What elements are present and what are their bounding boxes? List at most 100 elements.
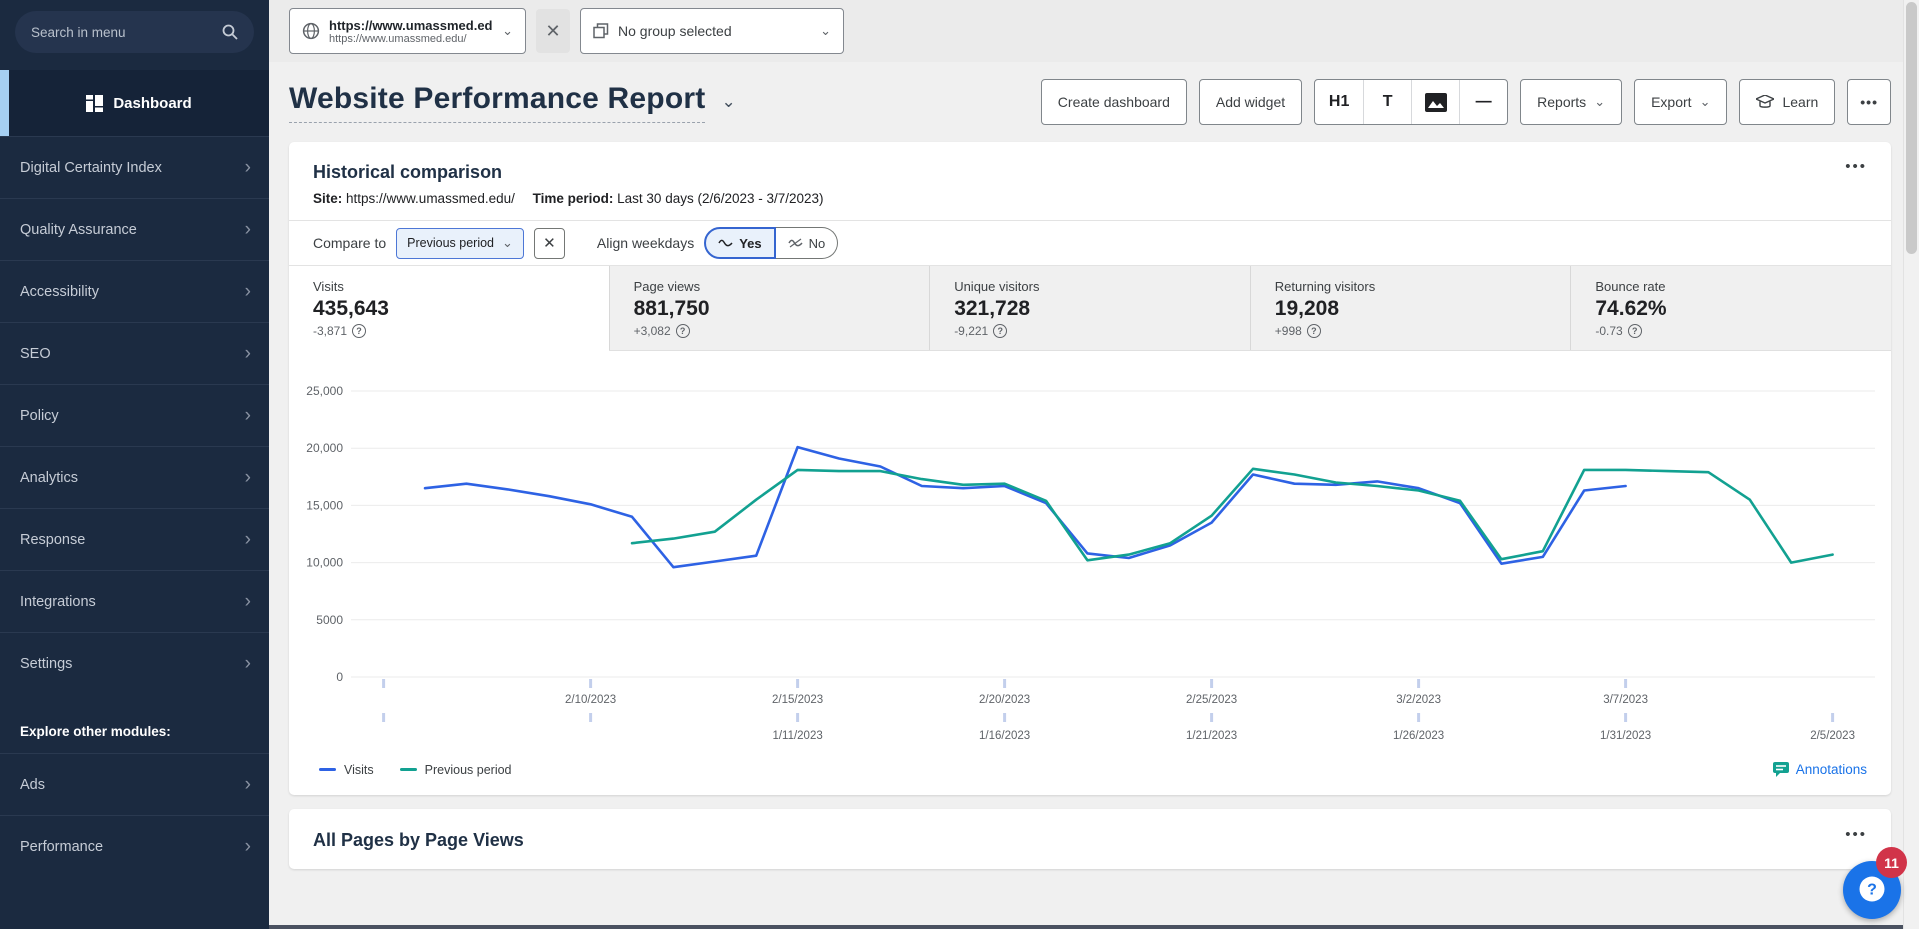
- metric-delta: +3,082?: [634, 324, 906, 338]
- comparison-line-chart[interactable]: 0500010,00015,00020,00025,0002/10/20232/…: [289, 351, 1883, 751]
- sidebar-item-label: Accessibility: [20, 284, 99, 300]
- chevron-right-icon: ›: [245, 467, 251, 489]
- sidebar: Dashboard Digital Certainty Index›Qualit…: [0, 0, 269, 929]
- metric-tab-page-views[interactable]: Page views881,750+3,082?: [609, 266, 930, 350]
- chevron-down-icon: ⌄: [1700, 94, 1711, 110]
- site-url-secondary: https://www.umassmed.edu/: [329, 33, 493, 45]
- clear-site-button[interactable]: ✕: [536, 9, 570, 53]
- help-circle-icon[interactable]: ?: [676, 324, 690, 338]
- toolbar: Create dashboard Add widget H1 T — Repor…: [1041, 79, 1891, 125]
- x-axis-label-current: 2/15/2023: [772, 694, 823, 706]
- chart-legend: Visits Previous period: [319, 763, 538, 777]
- metric-tab-bounce-rate[interactable]: Bounce rate74.62%-0.73?: [1570, 266, 1891, 350]
- chevron-down-icon: ⌄: [820, 23, 831, 39]
- sidebar-item-digital-certainty-index[interactable]: Digital Certainty Index›: [0, 136, 269, 198]
- image-block-button[interactable]: [1411, 80, 1459, 124]
- insert-format-group: H1 T —: [1314, 79, 1508, 125]
- sidebar-search[interactable]: [15, 11, 254, 53]
- export-dropdown[interactable]: Export ⌄: [1634, 79, 1727, 125]
- sidebar-item-seo[interactable]: SEO›: [0, 322, 269, 384]
- x-axis-label-previous: 1/16/2023: [979, 730, 1030, 742]
- legend-item-previous-period[interactable]: Previous period: [400, 763, 512, 777]
- metric-tabs: Visits435,643-3,871?Page views881,750+3,…: [289, 266, 1891, 351]
- y-axis-tick-label: 10,000: [306, 556, 343, 570]
- sidebar-item-integrations[interactable]: Integrations›: [0, 570, 269, 632]
- sidebar-item-label: Ads: [20, 777, 45, 793]
- series-previous-period[interactable]: [632, 469, 1833, 563]
- metric-tab-visits[interactable]: Visits435,643-3,871?: [289, 266, 609, 351]
- y-axis-tick-label: 0: [336, 670, 343, 684]
- metric-label: Page views: [634, 279, 906, 294]
- card-menu-button[interactable]: •••: [1845, 162, 1867, 172]
- legend-swatch: [400, 768, 417, 771]
- main-area: https://www.umassmed.edu/ https://www.um…: [269, 0, 1919, 929]
- help-button[interactable]: ? 11: [1843, 861, 1901, 919]
- metric-label: Bounce rate: [1595, 279, 1867, 294]
- site-selector[interactable]: https://www.umassmed.edu/ https://www.um…: [289, 8, 526, 54]
- learn-button[interactable]: Learn: [1739, 79, 1835, 125]
- align-weekdays-toggle: Yes No: [704, 227, 838, 259]
- sidebar-item-policy[interactable]: Policy›: [0, 384, 269, 446]
- metric-delta: -9,221?: [954, 324, 1226, 338]
- help-circle-icon[interactable]: ?: [1628, 324, 1642, 338]
- heading-h1-button[interactable]: H1: [1315, 80, 1363, 124]
- legend-item-visits[interactable]: Visits: [319, 763, 374, 777]
- sidebar-item-performance[interactable]: Performance ›: [0, 815, 269, 877]
- divider-block-button[interactable]: —: [1459, 80, 1507, 124]
- help-circle-icon[interactable]: ?: [1307, 324, 1321, 338]
- sidebar-item-label: Dashboard: [113, 95, 191, 112]
- metric-delta-value: +3,082: [634, 324, 671, 338]
- text-block-button[interactable]: T: [1363, 80, 1411, 124]
- x-axis-label-previous: 1/21/2023: [1186, 730, 1237, 742]
- notification-badge: 11: [1876, 847, 1907, 878]
- chevron-right-icon: ›: [245, 836, 251, 858]
- card-subtitle: Site: https://www.umassmed.edu/ Time per…: [289, 189, 1891, 220]
- y-axis-tick-label: 5000: [316, 613, 343, 627]
- explore-modules-label: Explore other modules:: [0, 694, 269, 753]
- group-selector[interactable]: No group selected ⌄: [580, 8, 844, 54]
- scrollbar-thumb[interactable]: [1906, 2, 1917, 254]
- svg-text:?: ?: [1867, 882, 1877, 899]
- annotations-label: Annotations: [1796, 762, 1867, 777]
- sidebar-item-label: Digital Certainty Index: [20, 160, 162, 176]
- card-title: Historical comparison: [313, 162, 502, 183]
- help-circle-icon[interactable]: ?: [352, 324, 366, 338]
- sidebar-item-label: Performance: [20, 839, 103, 855]
- align-weekdays-no[interactable]: No: [776, 227, 839, 259]
- series-visits[interactable]: [425, 447, 1626, 567]
- sidebar-item-analytics[interactable]: Analytics›: [0, 446, 269, 508]
- annotations-link[interactable]: Annotations: [1773, 762, 1867, 777]
- x-axis-label-previous: 1/11/2023: [772, 730, 822, 742]
- add-widget-button[interactable]: Add widget: [1199, 79, 1302, 125]
- metric-label: Unique visitors: [954, 279, 1226, 294]
- remove-comparison-button[interactable]: ✕: [534, 228, 565, 259]
- all-pages-card-menu-button[interactable]: •••: [1845, 830, 1867, 840]
- more-actions-button[interactable]: •••: [1847, 79, 1891, 125]
- search-input[interactable]: [31, 25, 222, 40]
- y-axis-tick-label: 25,000: [306, 384, 343, 398]
- reports-dropdown[interactable]: Reports ⌄: [1520, 79, 1622, 125]
- compare-to-label: Compare to: [313, 235, 386, 251]
- y-axis-tick-label: 20,000: [306, 441, 343, 455]
- sidebar-item-ads[interactable]: Ads›: [0, 753, 269, 815]
- title-row: Website Performance Report ⌄ Create dash…: [269, 62, 1919, 142]
- metric-tab-unique-visitors[interactable]: Unique visitors321,728-9,221?: [929, 266, 1250, 350]
- title-chevron-down-icon[interactable]: ⌄: [721, 92, 735, 112]
- x-axis-label-previous: 2/5/2023: [1810, 730, 1855, 742]
- search-icon[interactable]: [222, 24, 238, 40]
- page-title[interactable]: Website Performance Report: [289, 82, 705, 123]
- sidebar-item-accessibility[interactable]: Accessibility›: [0, 260, 269, 322]
- sidebar-item-settings[interactable]: Settings›: [0, 632, 269, 694]
- sidebar-item-quality-assurance[interactable]: Quality Assurance›: [0, 198, 269, 260]
- compare-period-select[interactable]: Previous period ⌄: [396, 228, 524, 259]
- sidebar-item-response[interactable]: Response›: [0, 508, 269, 570]
- align-weekdays-yes[interactable]: Yes: [704, 227, 775, 259]
- help-circle-icon[interactable]: ?: [993, 324, 1007, 338]
- globe-icon: [302, 22, 320, 40]
- sidebar-item-dashboard[interactable]: Dashboard: [0, 70, 269, 136]
- metric-value: 74.62%: [1595, 297, 1867, 321]
- metric-tab-returning-visitors[interactable]: Returning visitors19,208+998?: [1250, 266, 1571, 350]
- page-scrollbar[interactable]: [1903, 0, 1919, 929]
- site-value: https://www.umassmed.edu/: [346, 191, 515, 206]
- create-dashboard-button[interactable]: Create dashboard: [1041, 79, 1187, 125]
